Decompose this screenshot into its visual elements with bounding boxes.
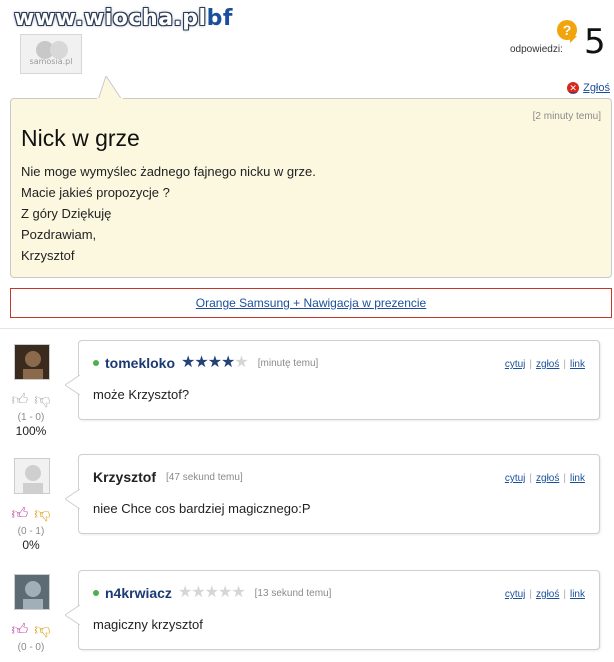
answer-actions: cytuj | zgłoś | link (505, 589, 585, 600)
thumb-down-icon[interactable]: 👎︎ (34, 392, 50, 410)
separator: | (563, 359, 566, 370)
answers-label: odpowiedzi: (510, 44, 563, 55)
answer-bubble: tomekloko ★ ★ ★ ★ ★ [minutę temu] cytuj | zgłoś | l… (65, 340, 600, 420)
report-question-link[interactable]: ✕ Zgłoś (567, 82, 610, 94)
vote-buttons: 👍︎ 👎︎ (6, 506, 56, 524)
vote-box: 👍︎ 👎︎ (1 - 0) 100% (6, 392, 56, 438)
separator: | (529, 589, 533, 600)
question-line: Z góry Dziękuję (21, 206, 112, 221)
answer-time: [47 sekund temu] (166, 471, 243, 483)
report-answer-link[interactable]: zgłoś (536, 359, 559, 370)
answer-header: Krzysztof [47 sekund temu] (93, 469, 243, 485)
answer-author[interactable]: Krzysztof (93, 469, 156, 485)
rating-stars: ★ ★ ★ ★ ★ (181, 354, 249, 371)
permalink[interactable]: link (570, 359, 585, 370)
star-icon: ★ (234, 354, 248, 371)
answer-bubble-pointer (65, 375, 81, 395)
answer-author[interactable]: tomekloko (105, 355, 175, 371)
permalink[interactable]: link (570, 473, 585, 484)
separator: | (563, 589, 566, 600)
separator: | (529, 473, 533, 484)
star-icon: ★ (177, 584, 192, 601)
star-icon: ★ (191, 584, 205, 601)
vote-count: (1 - 0) (17, 412, 45, 423)
question-line: Macie jakieś propozycje ? (21, 185, 170, 200)
star-icon: ★ (207, 354, 222, 371)
divider (0, 328, 614, 329)
online-status-icon (93, 590, 99, 596)
thumb-down-icon[interactable]: 👎︎ (34, 506, 50, 524)
answer-time: [13 sekund temu] (254, 587, 332, 599)
star-icon: ★ (231, 584, 245, 601)
star-icon: ★ (204, 584, 219, 601)
question-title: Nick w grze (21, 125, 140, 151)
report-answer-link[interactable]: zgłoś (536, 473, 559, 484)
vote-percent: 100% (15, 424, 47, 438)
star-icon: ★ (221, 354, 235, 371)
rating-stars: ★ ★ ★ ★ ★ (177, 584, 246, 601)
question-line: Pozdrawiam, (21, 227, 97, 242)
thumb-down-icon[interactable]: 👎︎ (34, 622, 50, 640)
vote-box: 👍︎ 👎︎ (0 - 1) 0% (6, 506, 56, 552)
x-circle-icon: ✕ (567, 82, 580, 94)
answer-header: n4krwiacz ★ ★ ★ ★ ★ [13 sekund temu] (93, 585, 331, 601)
answer-bubble: Krzysztof [47 sekund temu] cytuj | zgłoś | lin… (65, 454, 600, 534)
separator: | (563, 473, 566, 484)
asker-avatar[interactable]: samosia.pl (20, 34, 82, 74)
answer-bubble: n4krwiacz ★ ★ ★ ★ ★ [13 sekund temu] cytuj | zgło… (65, 570, 600, 650)
answer-avatar[interactable] (14, 574, 50, 610)
separator: | (529, 359, 533, 370)
vote-buttons: 👍︎ 👎︎ (6, 622, 56, 640)
thumb-up-icon[interactable]: 👍︎ (12, 622, 29, 640)
answer-author[interactable]: n4krwiacz (105, 585, 172, 601)
answer-text: może Krzysztof? (93, 387, 190, 402)
answer-bubble-pointer (65, 605, 81, 625)
answer-bubble-pointer (65, 489, 81, 509)
quote-link[interactable]: cytuj (505, 589, 526, 600)
answers-count: 5 (584, 22, 606, 62)
answer-avatar[interactable] (14, 458, 50, 494)
question-bubble-pointer (97, 76, 123, 100)
default-avatar-icon (36, 41, 68, 59)
star-icon: ★ (194, 354, 208, 371)
vote-buttons: 👍︎ 👎︎ (6, 392, 56, 410)
vote-percent: 0% (22, 538, 40, 552)
online-status-icon (93, 360, 99, 366)
star-icon: ★ (217, 584, 232, 601)
vote-count: (0 - 0) (17, 642, 45, 653)
answer-text: niee Chce cos bardziej magicznego:P (93, 501, 311, 516)
promo-banner-link[interactable]: Orange Samsung + Nawigacja w prezencie (10, 288, 612, 318)
report-answer-link[interactable]: zgłoś (536, 589, 559, 600)
answer-header: tomekloko ★ ★ ★ ★ ★ [minutę temu] (93, 355, 318, 371)
quote-link[interactable]: cytuj (505, 473, 526, 484)
report-label: Zgłoś (583, 82, 610, 94)
answer-actions: cytuj | zgłoś | link (505, 359, 585, 370)
question-box: [2 minuty temu] Nick w grze Nie moge wym… (10, 98, 612, 278)
thumb-up-icon[interactable]: 👍︎ (12, 506, 29, 524)
vote-count: (0 - 1) (17, 526, 45, 537)
answer-avatar[interactable] (14, 344, 50, 380)
answer-time: [minutę temu] (257, 357, 319, 369)
answer-text: magiczny krzysztof (93, 617, 203, 632)
star-icon: ★ (181, 354, 195, 371)
question-bubble-tail (570, 36, 577, 43)
vote-box: 👍︎ 👎︎ (0 - 0) (6, 622, 56, 653)
watermark-logo: www.wiocha.plbf (14, 6, 233, 31)
question-line: Nie moge wymyślec żadnego fajnego nicku … (21, 164, 316, 179)
quote-link[interactable]: cytuj (505, 359, 526, 370)
thumb-up-icon[interactable]: 👍︎ (12, 392, 29, 410)
question-line: Krzysztof (21, 248, 75, 263)
answer-actions: cytuj | zgłoś | link (505, 473, 585, 484)
permalink[interactable]: link (570, 589, 585, 600)
question-body: Nie moge wymyślec żadnego fajnego nicku … (21, 161, 316, 266)
question-time: [2 minuty temu] (532, 111, 601, 122)
